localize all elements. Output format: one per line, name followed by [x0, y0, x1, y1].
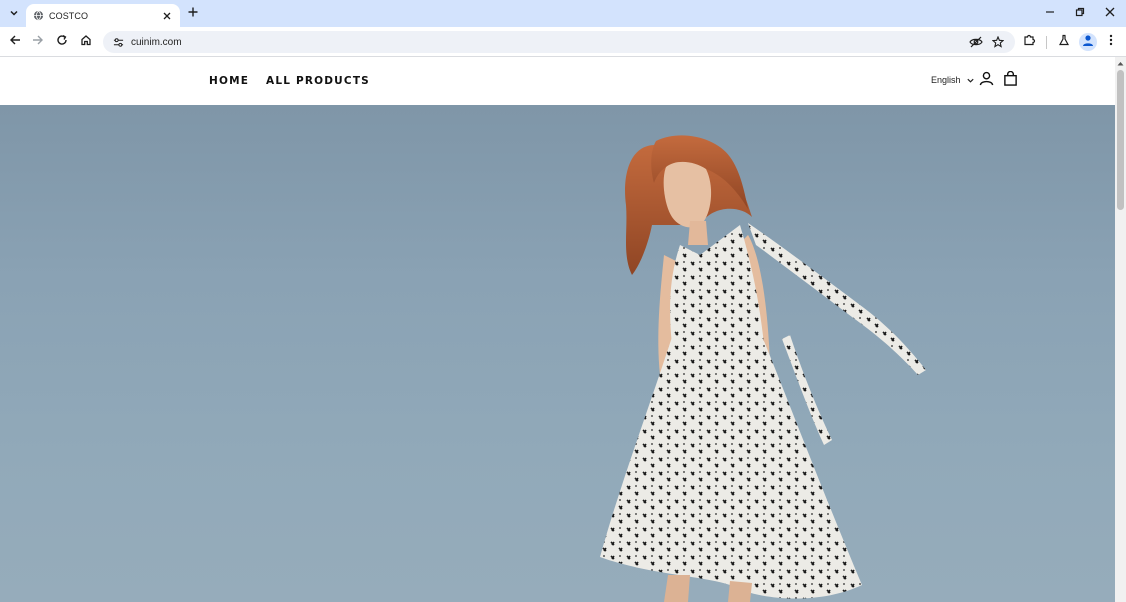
- url-text[interactable]: cuinim.com: [131, 37, 967, 48]
- scroll-thumb[interactable]: [1117, 70, 1124, 210]
- reload-icon: [56, 33, 68, 51]
- minimize-button[interactable]: [1040, 4, 1060, 22]
- eye-off-icon[interactable]: [967, 33, 985, 51]
- hero-banner: [0, 105, 1115, 602]
- star-icon[interactable]: [989, 33, 1007, 51]
- close-window-button[interactable]: [1100, 4, 1120, 22]
- page-scrollbar[interactable]: [1115, 57, 1126, 602]
- nav-all-products-link[interactable]: ALL PRODUCTS: [266, 75, 370, 87]
- toolbar-divider: [1046, 36, 1047, 49]
- home-button[interactable]: [76, 32, 96, 52]
- page-viewport: HOME ALL PRODUCTS English: [0, 57, 1115, 602]
- back-button[interactable]: [5, 32, 25, 52]
- reload-button[interactable]: [52, 32, 72, 52]
- puzzle-icon: [1023, 33, 1036, 51]
- arrow-right-icon: [32, 33, 44, 51]
- scroll-up-arrow[interactable]: [1115, 57, 1126, 69]
- labs-button[interactable]: [1054, 32, 1074, 52]
- restore-button[interactable]: [1070, 4, 1090, 22]
- shopping-bag-icon: [1003, 70, 1018, 91]
- browser-menu-button[interactable]: [1101, 32, 1121, 52]
- cart-button[interactable]: [1000, 70, 1020, 91]
- new-tab-button[interactable]: [185, 5, 201, 21]
- person-icon: [1081, 33, 1095, 51]
- language-label: English: [931, 75, 961, 85]
- globe-icon: [32, 10, 44, 22]
- browser-toolbar: cuinim.com: [0, 27, 1126, 57]
- profile-button[interactable]: [1079, 33, 1097, 51]
- close-icon[interactable]: [160, 9, 174, 23]
- tab-title: COSTCO: [49, 10, 89, 21]
- language-selector[interactable]: English: [931, 75, 975, 85]
- tab-strip: COSTCO: [0, 0, 1126, 27]
- kebab-icon: [1109, 33, 1113, 51]
- flask-icon: [1058, 33, 1070, 51]
- user-icon: [979, 71, 994, 91]
- nav-home-link[interactable]: HOME: [209, 75, 249, 87]
- forward-button[interactable]: [28, 32, 48, 52]
- chevron-down-icon: [966, 76, 975, 85]
- minimize-icon: [1045, 4, 1055, 22]
- extensions-button[interactable]: [1019, 32, 1039, 52]
- address-bar[interactable]: cuinim.com: [103, 31, 1015, 53]
- site-header: HOME ALL PRODUCTS English: [0, 57, 1115, 105]
- close-icon: [1105, 4, 1115, 22]
- account-button[interactable]: [976, 71, 996, 91]
- restore-icon: [1075, 4, 1085, 22]
- plus-icon: [188, 4, 198, 22]
- tab-search-button[interactable]: [4, 4, 24, 24]
- tune-icon[interactable]: [109, 33, 127, 51]
- arrow-left-icon: [9, 33, 21, 51]
- chevron-down-icon: [9, 5, 19, 23]
- hero-image: [600, 135, 926, 602]
- browser-tab[interactable]: COSTCO: [26, 4, 180, 27]
- home-icon: [80, 33, 92, 51]
